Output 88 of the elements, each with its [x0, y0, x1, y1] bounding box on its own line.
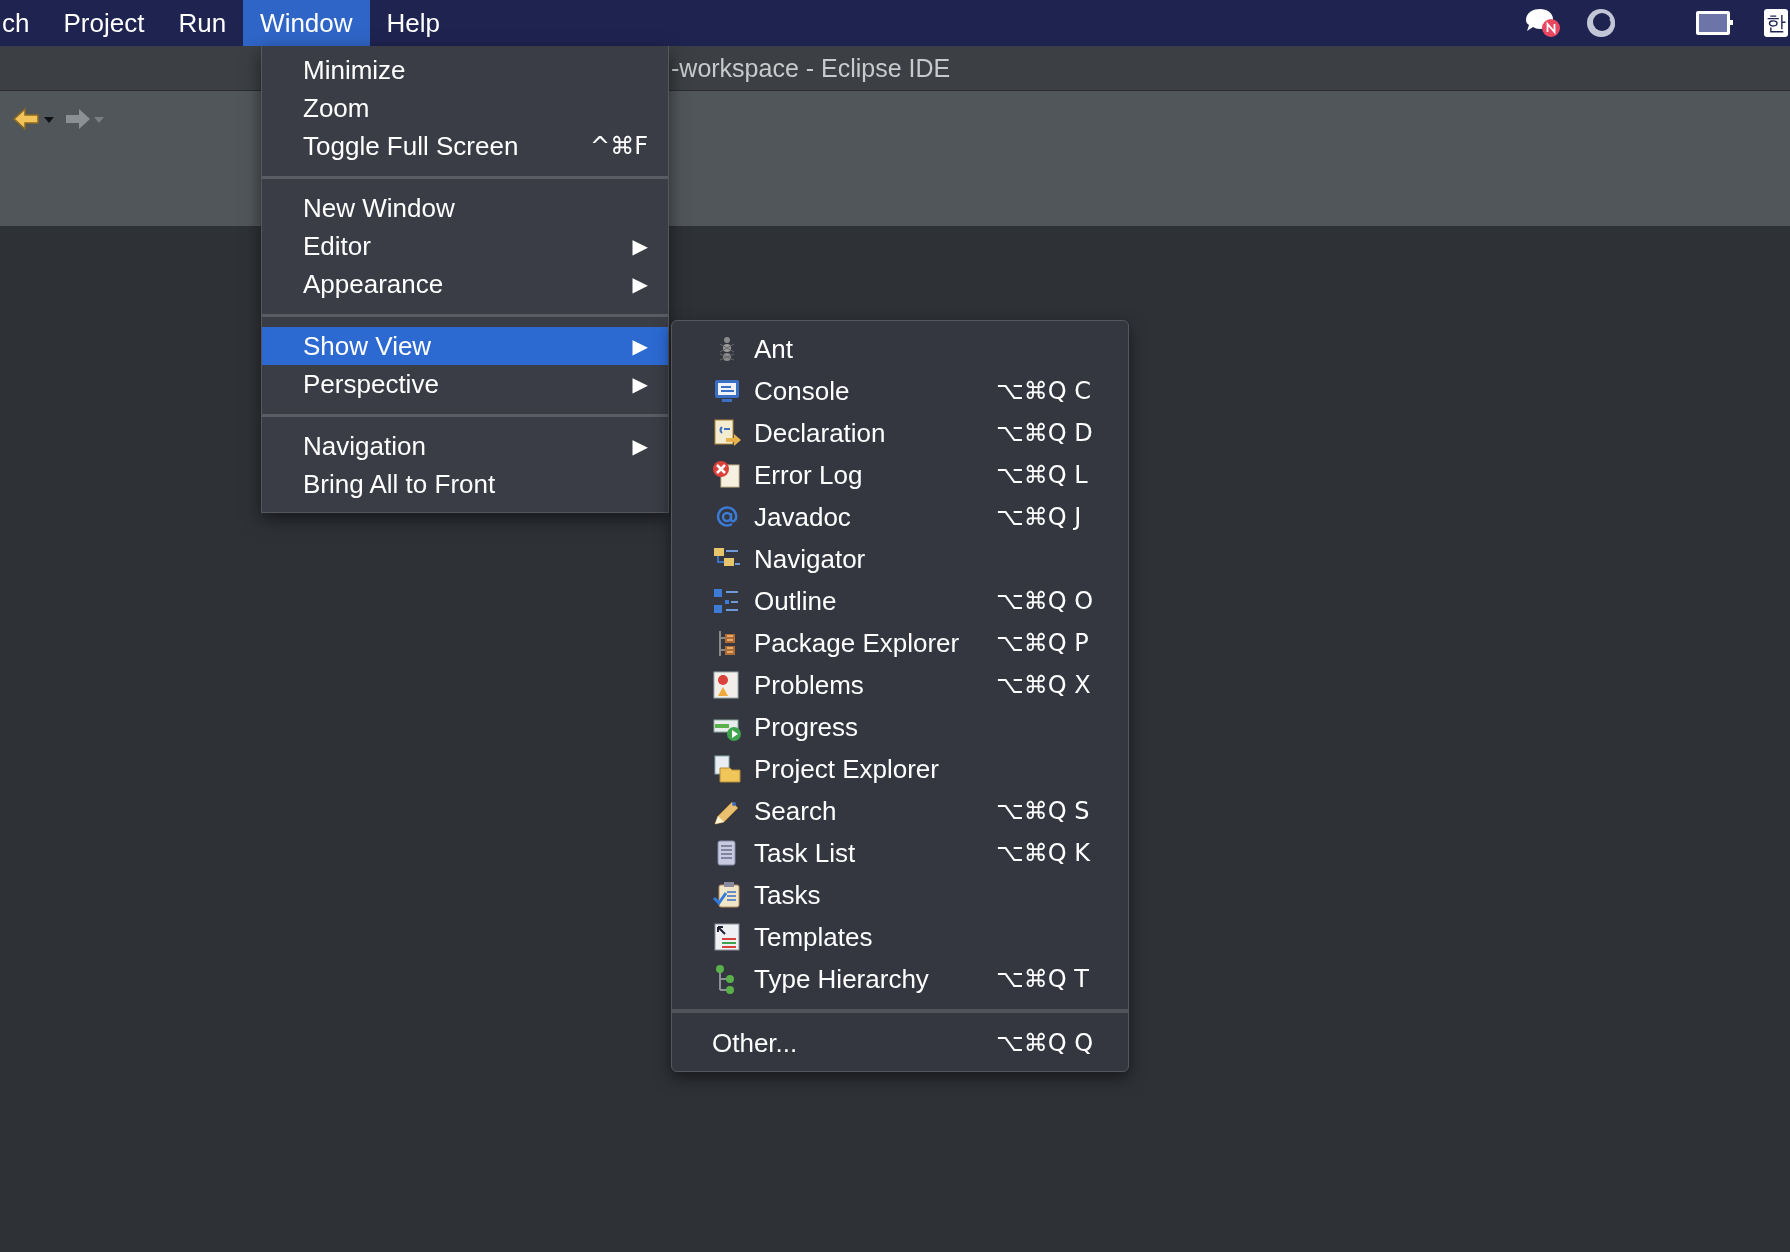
menu-item-label: Perspective [303, 368, 440, 400]
menu-item[interactable]: Search ⌥⌘Q S [672, 790, 1128, 832]
shortcut-label: ^⌘F [590, 132, 648, 160]
menu-item-label: Progress [754, 711, 860, 743]
shortcut-label: ⌥⌘Q P [996, 629, 1090, 657]
menu-bar-item[interactable]: Run [161, 0, 244, 46]
menu-item[interactable]: Ant [672, 328, 1128, 370]
menu-item-label: Appearance [303, 268, 445, 300]
menu-item-label: Navigation [303, 430, 427, 462]
menu-item-label: Other... [712, 1027, 799, 1059]
menu-item[interactable]: Templates [672, 916, 1128, 958]
menu-item-label: Tasks [754, 879, 822, 911]
shortcut-label: ⌥⌘Q S [996, 797, 1091, 825]
display-icon[interactable] [1694, 8, 1734, 38]
menu-item-label: Toggle Full Screen [303, 130, 520, 162]
menu-item[interactable]: Task List ⌥⌘Q K [672, 832, 1128, 874]
menu-item[interactable]: Other... ⌥⌘Q Q [672, 1022, 1128, 1064]
menu-item-label: Zoom [303, 92, 371, 124]
menu-item[interactable]: Zoom [262, 89, 668, 127]
menu-item-label: Task List [754, 837, 857, 869]
shortcut-label: ⌥⌘Q C [996, 377, 1092, 405]
shortcut-label: ⌥⌘Q Q [996, 1029, 1095, 1057]
menu-item-label: New Window [303, 192, 456, 224]
submenu-arrow: ▶ [632, 372, 648, 396]
menu-item[interactable]: Type Hierarchy ⌥⌘Q T [672, 958, 1128, 1000]
shortcut-label: ⌥⌘Q X [996, 671, 1092, 699]
document-arrow-icon [712, 418, 742, 448]
menu-item-label: Search [754, 795, 838, 827]
menu-item[interactable]: Toggle Full Screen ^⌘F [262, 127, 668, 165]
menu-item[interactable]: Console ⌥⌘Q C [672, 370, 1128, 412]
menu-item-label: Console [754, 375, 851, 407]
left-arrow-icon [12, 107, 54, 131]
menu-item[interactable]: Declaration ⌥⌘Q D [672, 412, 1128, 454]
menu-bar-item[interactable]: Window [243, 0, 370, 46]
menu-item-label: Outline [754, 585, 838, 617]
shortcut-label: ⌥⌘Q J [996, 503, 1083, 531]
menu-item[interactable]: Error Log ⌥⌘Q L [672, 454, 1128, 496]
menu-item[interactable]: Minimize [262, 51, 668, 89]
window-title: -workspace - Eclipse IDE [671, 53, 951, 83]
menu-item-label: Project Explorer [754, 753, 940, 785]
shortcut-label: ⌥⌘Q D [996, 419, 1094, 447]
menu-item[interactable]: Progress [672, 706, 1128, 748]
menu-item[interactable]: Navigator [672, 538, 1128, 580]
menu-item[interactable]: Appearance ▶ [262, 265, 668, 303]
submenu-arrow: ▶ [632, 234, 648, 258]
menu-item-label: Editor [303, 230, 372, 262]
menu-item[interactable]: Package Explorer ⌥⌘Q P [672, 622, 1128, 664]
menu-item[interactable]: Bring All to Front [262, 465, 668, 503]
menu-item-label: Show View [303, 330, 433, 362]
warning-document-icon [712, 670, 742, 700]
error-document-icon [712, 460, 742, 490]
document-folder-icon [712, 754, 742, 784]
menu-item[interactable]: Problems ⌥⌘Q X [672, 664, 1128, 706]
submenu-arrow: ▶ [632, 272, 648, 296]
menu-item[interactable]: Navigation ▶ [262, 427, 668, 465]
submenu-arrow: ▶ [632, 334, 648, 358]
shortcut-label: ⌥⌘Q K [996, 839, 1091, 867]
menu-item[interactable]: Javadoc ⌥⌘Q J [672, 496, 1128, 538]
menu-item-label: Problems [754, 669, 865, 701]
shortcut-label: ⌥⌘Q T [996, 965, 1090, 993]
circle-logo-icon[interactable] [1584, 6, 1618, 40]
menu-item[interactable]: Show View ▶ [262, 327, 668, 365]
menu-item-label: Minimize [303, 54, 407, 86]
menu-bar-item[interactable]: Help [369, 0, 458, 46]
submenu-arrow: ▶ [632, 434, 648, 458]
menu-item-label: Package Explorer [754, 627, 961, 659]
menu-item[interactable]: Project Explorer [672, 748, 1128, 790]
menu-item-label: Javadoc [754, 501, 852, 533]
menu-item[interactable]: Editor ▶ [262, 227, 668, 265]
shortcut-label: ⌥⌘Q O [996, 587, 1095, 615]
shortcut-label: ⌥⌘Q L [996, 461, 1089, 489]
menu-item[interactable]: New Window [262, 189, 668, 227]
menu-item[interactable]: Outline ⌥⌘Q O [672, 580, 1128, 622]
menu-item-label: Bring All to Front [303, 468, 497, 500]
menu-item-label: Declaration [754, 417, 887, 449]
menu-item[interactable]: Tasks [672, 874, 1128, 916]
input-source-indicator[interactable]: 한 [1764, 9, 1788, 37]
template-document-icon [712, 922, 742, 952]
menu-item-label: Error Log [754, 459, 864, 491]
menu-item[interactable]: Perspective ▶ [262, 365, 668, 403]
menu-bar-item[interactable]: ch [0, 0, 47, 46]
menu-item-label: Ant [754, 333, 795, 365]
back-button[interactable] [12, 107, 54, 131]
menu-item-label: Templates [754, 921, 874, 953]
menu-item-label: Type Hierarchy [754, 963, 930, 995]
menu-bar-item[interactable]: Project [46, 0, 162, 46]
clipboard-check-icon [712, 880, 742, 910]
menu-item-label: Navigator [754, 543, 867, 575]
